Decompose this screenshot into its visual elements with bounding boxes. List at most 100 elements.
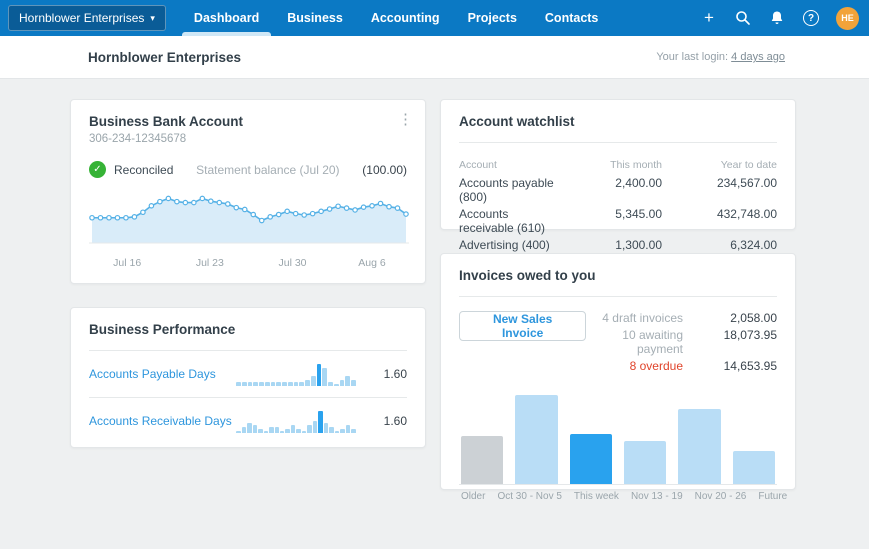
mini-bar <box>247 382 253 386</box>
mini-bar <box>279 431 285 433</box>
overdue-label[interactable]: 8 overdue <box>586 359 683 373</box>
watchlist-row-account[interactable]: Accounts payable (800) <box>459 176 557 204</box>
mini-bar <box>259 382 264 386</box>
accounts-payable-days-link[interactable]: Accounts Payable Days <box>89 367 236 381</box>
statement-balance-value: (100.00) <box>362 162 407 177</box>
bank-card-title: Business Bank Account <box>89 114 244 129</box>
divider <box>459 142 777 143</box>
watchlist-row-year-to-date: 6,324.00 <box>730 238 777 252</box>
nav-item-business[interactable]: Business <box>273 0 357 36</box>
mini-bar <box>241 382 247 386</box>
invoice-bar[interactable] <box>569 433 612 484</box>
invoice-summary: 4 draft invoices 2,058.00 10 awaiting pa… <box>586 311 777 373</box>
sparkline <box>89 195 409 244</box>
x-tick: Jul 30 <box>278 257 307 269</box>
watchlist-row-year-to-date: 432,748.00 <box>716 207 777 221</box>
mini-bar <box>307 425 312 433</box>
bell-icon[interactable] <box>760 0 794 36</box>
new-sales-invoice-button[interactable]: New Sales Invoice <box>459 311 587 341</box>
bank-balance-chart <box>89 188 409 249</box>
check-icon: ✓ <box>89 161 106 178</box>
last-login-link[interactable]: 4 days ago <box>731 51 785 63</box>
watchlist-row-this-month: 1,300.00 <box>615 238 662 252</box>
mini-bar <box>310 376 316 386</box>
page-header: Hornblower Enterprises Your last login: … <box>0 36 869 79</box>
invoice-bar[interactable] <box>623 441 667 484</box>
plus-icon[interactable]: + <box>692 0 726 36</box>
bar-label: Nov 20 - 26 <box>694 491 747 502</box>
mini-bar <box>285 429 290 433</box>
bar-label: This week <box>573 491 619 502</box>
invoice-bar[interactable] <box>678 408 721 484</box>
invoices-top-row: New Sales Invoice 4 draft invoices 2,058… <box>459 311 777 373</box>
mini-bar <box>241 427 247 433</box>
last-login-label: Your last login: <box>656 51 729 63</box>
org-selector[interactable]: Hornblower Enterprises ▾ <box>8 5 166 31</box>
watchlist-row-account[interactable]: Advertising (400) <box>459 238 557 252</box>
mini-bar <box>323 423 329 433</box>
bank-account-card: Business Bank Account 306-234-12345678 ⋮… <box>70 99 426 284</box>
invoices-bar-chart <box>459 385 777 485</box>
mini-bar <box>263 431 269 433</box>
mini-bar-chart <box>236 362 356 386</box>
mini-bar <box>351 380 356 386</box>
nav-item-dashboard[interactable]: Dashboard <box>180 0 273 36</box>
mini-bar-chart <box>236 409 356 433</box>
nav-menu: Dashboard Business Accounting Projects C… <box>180 0 612 36</box>
mini-bar <box>339 380 345 386</box>
mini-bar <box>301 431 307 433</box>
watchlist-row-account[interactable]: Accounts receivable (610) <box>459 207 557 235</box>
mini-bar <box>269 427 274 433</box>
mini-bar <box>296 429 301 433</box>
avatar[interactable]: HE <box>836 6 859 30</box>
mini-bar <box>351 429 356 433</box>
kebab-menu-icon[interactable]: ⋮ <box>398 112 413 127</box>
reconciled-row: ✓ Reconciled Statement balance (Jul 20) … <box>89 161 407 178</box>
nav-item-accounting[interactable]: Accounting <box>357 0 454 36</box>
account-watchlist-card: Account watchlist Account This month Yea… <box>440 99 796 252</box>
watchlist-table: Account This month Year to date Accounts… <box>459 159 777 252</box>
draft-invoices-value: 2,058.00 <box>730 311 777 325</box>
mini-bar <box>299 382 305 386</box>
help-icon[interactable]: ? <box>794 0 828 36</box>
search-icon[interactable] <box>726 0 760 36</box>
invoices-owed-card: Invoices owed to you New Sales Invoice 4… <box>440 253 796 502</box>
mini-bar <box>345 425 351 433</box>
invoice-bar[interactable] <box>515 394 558 484</box>
awaiting-payment-value: 18,073.95 <box>723 328 777 342</box>
top-nav: Hornblower Enterprises ▾ Dashboard Busin… <box>0 0 869 36</box>
nav-item-projects[interactable]: Projects <box>454 0 531 36</box>
accounts-receivable-days-link[interactable]: Accounts Receivable Days <box>89 414 236 428</box>
mini-bar <box>290 425 296 433</box>
mini-bar <box>252 425 258 433</box>
mini-bar <box>305 380 310 386</box>
mini-bar <box>316 364 322 386</box>
invoice-bar[interactable] <box>461 436 504 484</box>
column-header-year-to-date: Year to date <box>720 159 777 171</box>
mini-bar <box>334 431 340 433</box>
accounts-payable-days-value: 1.60 <box>383 367 407 381</box>
column-header-account: Account <box>459 159 497 171</box>
mini-bar <box>276 382 282 386</box>
page-title: Hornblower Enterprises <box>88 49 242 65</box>
column-header-this-month: This month <box>610 159 662 171</box>
mini-bar <box>328 382 333 386</box>
mini-bar <box>318 411 323 433</box>
performance-row: Accounts Payable Days 1.60 <box>89 351 407 397</box>
x-tick: Jul 23 <box>195 257 224 269</box>
bar-label: Oct 30 - Nov 5 <box>497 491 562 502</box>
mini-bar <box>345 376 351 386</box>
awaiting-payment-label[interactable]: 10 awaiting payment <box>586 328 683 356</box>
business-performance-card: Business Performance Accounts Payable Da… <box>70 307 426 448</box>
last-login: Your last login: 4 days ago <box>656 51 785 63</box>
nav-item-contacts[interactable]: Contacts <box>531 0 612 36</box>
nav-item-label: Accounting <box>370 11 440 25</box>
reconciled-status: Reconciled <box>114 162 174 177</box>
invoice-bar[interactable] <box>732 451 775 484</box>
mini-bar <box>247 423 252 433</box>
mini-bar <box>274 427 279 433</box>
mini-bar <box>270 382 276 386</box>
bar-label: Future <box>758 491 788 502</box>
draft-invoices-label[interactable]: 4 draft invoices <box>586 311 683 325</box>
mini-bar <box>312 421 318 433</box>
